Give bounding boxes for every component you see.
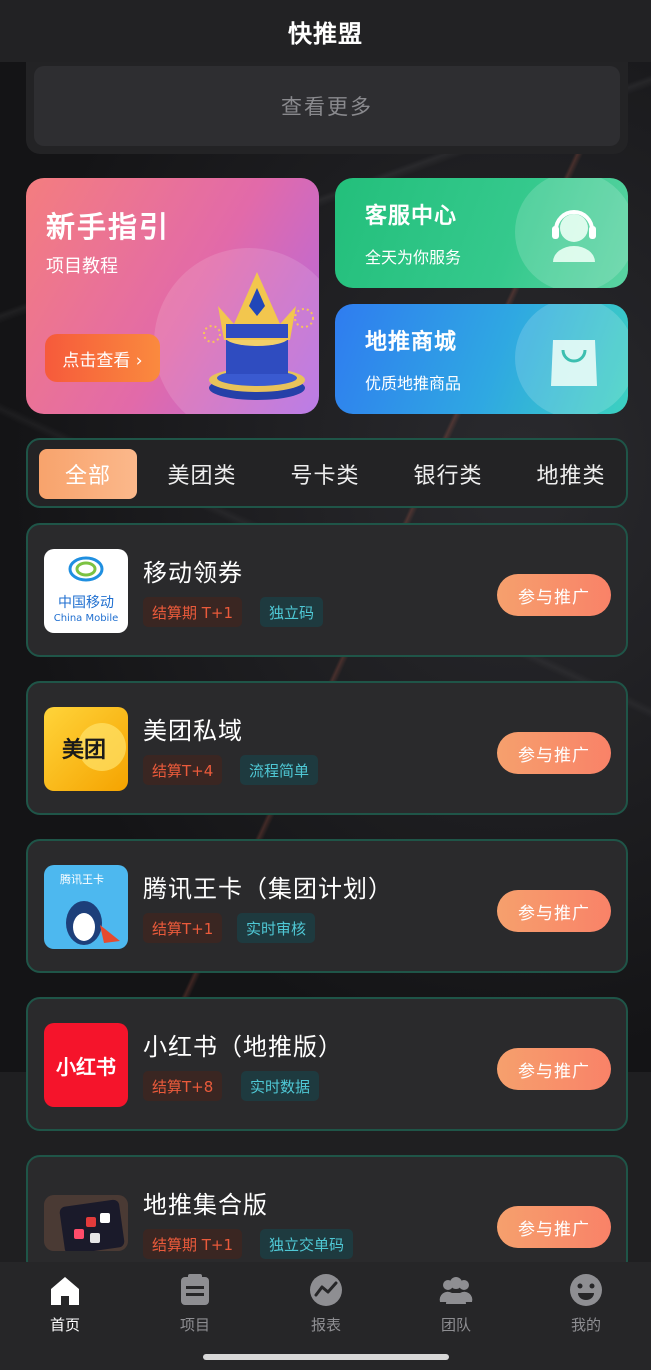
settlement-tag: 结算期 T+1 — [143, 1229, 243, 1259]
feature-tag: 独立码 — [260, 597, 324, 627]
guide-subtitle: 项目教程 — [46, 256, 118, 277]
service-subtitle: 全天为你服务 — [365, 248, 462, 267]
join-promotion-button[interactable]: 参与推广 — [497, 1048, 611, 1090]
xiaohongshu-logo: 小红书 — [44, 1023, 128, 1107]
mall-title: 地推商城 — [365, 330, 458, 355]
project-card[interactable]: 小红书 小红书（地推版） 结算T+8 实时数据 参与推广 — [26, 997, 628, 1131]
project-card[interactable]: 腾讯王卡 腾讯王卡（集团计划） 结算T+1 实时审核 参与推广 — [26, 839, 628, 973]
feature-tag: 实时审核 — [237, 913, 316, 943]
guide-title: 新手指引 — [46, 210, 171, 244]
nav-team[interactable]: 团队 — [391, 1272, 521, 1338]
feature-tag: 流程简单 — [240, 755, 319, 785]
home-icon — [51, 1277, 79, 1305]
nav-label: 报表 — [310, 1316, 341, 1334]
project-name: 小红书（地推版） — [143, 1033, 343, 1061]
chart-icon — [310, 1274, 342, 1306]
feature-tag: 实时数据 — [241, 1071, 320, 1101]
project-card[interactable]: 中国移动 China Mobile 移动领券 结算期 T+1 独立码 参与推广 — [26, 523, 628, 657]
guide-view-button[interactable]: 点击查看 › — [45, 334, 160, 382]
smile-icon — [570, 1274, 602, 1306]
clipboard-icon — [181, 1274, 209, 1305]
join-promotion-button[interactable]: 参与推广 — [497, 890, 611, 932]
home-indicator[interactable] — [203, 1354, 449, 1360]
tab-meituan[interactable]: 美团类 — [153, 449, 251, 499]
top-bar: 快推盟 — [0, 0, 651, 62]
category-tabs: 全部 美团类 号卡类 银行类 地推类 — [26, 438, 628, 508]
settlement-tag: 结算T+8 — [143, 1071, 223, 1101]
tab-bank[interactable]: 银行类 — [399, 449, 497, 499]
bottom-navigation: 首页 项目 报表 团队 我的 — [0, 1262, 651, 1370]
svg-text:China Mobile: China Mobile — [54, 613, 119, 624]
join-promotion-button[interactable]: 参与推广 — [497, 732, 611, 774]
nav-label: 团队 — [440, 1316, 471, 1334]
shopping-bag-icon — [551, 340, 597, 386]
customer-service-card[interactable]: 客服中心 全天为你服务 — [335, 178, 628, 288]
settlement-tag: 结算期 T+1 — [143, 597, 243, 627]
project-name: 美团私域 — [143, 717, 243, 745]
view-more-button[interactable]: 查看更多 — [34, 66, 620, 146]
more-card: 查看更多 — [26, 62, 628, 154]
service-title: 客服中心 — [365, 204, 458, 229]
settlement-tag: 结算T+1 — [143, 913, 223, 943]
page-title: 快推盟 — [288, 19, 363, 48]
mall-subtitle: 优质地推商品 — [365, 374, 462, 393]
tencent-wangka-logo: 腾讯王卡 — [44, 865, 128, 949]
nav-projects[interactable]: 项目 — [130, 1272, 260, 1338]
ground-promotion-logo — [44, 1195, 128, 1251]
xiaohongshu-logo-text: 小红书 — [56, 1054, 116, 1079]
china-mobile-logo-mark: 中国移动 China Mobile — [54, 556, 119, 624]
crown-icon — [203, 272, 314, 400]
tencent-wangka-logo-mark: 腾讯王卡 — [60, 872, 120, 945]
svg-text:美团: 美团 — [62, 737, 106, 763]
project-name: 地推集合版 — [143, 1191, 268, 1219]
project-name: 移动领券 — [143, 559, 243, 587]
svg-text:腾讯王卡: 腾讯王卡 — [60, 872, 104, 886]
nav-label: 我的 — [570, 1316, 601, 1334]
nav-mine[interactable]: 我的 — [521, 1272, 651, 1338]
china-mobile-logo: 中国移动 China Mobile — [44, 549, 128, 633]
svg-text:中国移动: 中国移动 — [58, 595, 114, 611]
tab-ground-promotion[interactable]: 地推类 — [522, 449, 620, 499]
project-card[interactable]: 美团 美团私域 结算T+4 流程简单 参与推广 — [26, 681, 628, 815]
join-promotion-button[interactable]: 参与推广 — [497, 1206, 611, 1248]
phone-apps-image — [44, 1195, 128, 1251]
feature-tag: 独立交单码 — [260, 1229, 354, 1259]
settlement-tag: 结算T+4 — [143, 755, 223, 785]
ground-promotion-mall-card[interactable]: 地推商城 优质地推商品 — [335, 304, 628, 414]
meituan-logo: 美团 — [44, 707, 128, 791]
nav-home[interactable]: 首页 — [0, 1272, 130, 1338]
team-icon — [439, 1277, 473, 1304]
meituan-logo-mark: 美团 — [62, 723, 126, 771]
join-promotion-button[interactable]: 参与推广 — [497, 574, 611, 616]
project-card[interactable]: 地推集合版 结算期 T+1 独立交单码 参与推广 — [26, 1155, 628, 1275]
tab-sim-card[interactable]: 号卡类 — [276, 449, 374, 499]
nav-reports[interactable]: 报表 — [261, 1272, 391, 1338]
nav-label: 项目 — [179, 1316, 210, 1334]
nav-label: 首页 — [49, 1316, 80, 1334]
headset-icon — [552, 210, 596, 262]
tab-all[interactable]: 全部 — [39, 449, 137, 499]
beginner-guide-card[interactable]: 新手指引 项目教程 点击查看 › — [26, 178, 319, 414]
project-name: 腾讯王卡（集团计划） — [143, 875, 393, 903]
